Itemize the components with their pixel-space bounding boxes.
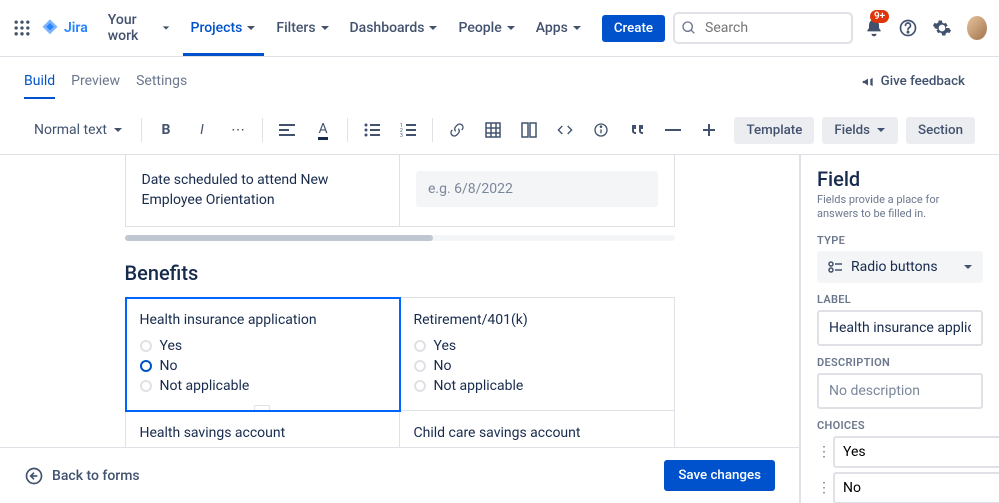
text-color-button[interactable]: A <box>307 114 339 146</box>
nav-apps[interactable]: Apps <box>528 16 590 40</box>
date-field-row: Date scheduled to attend New Employee Or… <box>125 155 675 227</box>
info-button[interactable] <box>585 114 617 146</box>
nav-dashboards[interactable]: Dashboards <box>342 16 447 40</box>
link-button[interactable] <box>441 114 473 146</box>
radio-option[interactable]: Not applicable <box>140 376 385 396</box>
more-formatting-button[interactable]: ⋯ <box>222 114 254 146</box>
label-input[interactable] <box>817 310 983 346</box>
description-input[interactable]: No description <box>817 373 983 409</box>
fields-button[interactable]: Fields <box>822 117 898 144</box>
divider-button[interactable] <box>657 114 689 146</box>
type-select[interactable]: Radio buttons <box>817 251 983 283</box>
choice-input[interactable] <box>833 472 999 503</box>
benefits-heading: Benefits <box>125 261 675 285</box>
tab-build[interactable]: Build <box>24 65 55 99</box>
text-style-dropdown[interactable]: Normal text <box>24 116 133 144</box>
date-description: Date scheduled to attend New Employee Or… <box>126 155 401 226</box>
create-button[interactable]: Create <box>602 15 665 42</box>
chevron-down-icon <box>876 125 886 135</box>
layout-button[interactable] <box>513 114 545 146</box>
choice-row: ⋮⋮ ✕ <box>817 436 983 468</box>
help-icon[interactable] <box>895 12 921 44</box>
align-button[interactable] <box>271 114 303 146</box>
back-to-forms-link[interactable]: Back to forms <box>24 466 140 486</box>
date-input-placeholder[interactable]: e.g. 6/8/2022 <box>416 171 658 207</box>
numbered-list-button[interactable]: 123 <box>392 114 424 146</box>
field-health-insurance[interactable]: Health insurance application Yes No Not … <box>126 298 400 411</box>
product-name: Jira <box>64 20 88 36</box>
tab-preview[interactable]: Preview <box>71 65 120 98</box>
notifications-icon[interactable]: 9+ <box>861 12 887 44</box>
insert-button[interactable] <box>693 114 725 146</box>
search-input[interactable] <box>673 12 853 44</box>
code-button[interactable] <box>549 114 581 146</box>
notif-badge: 9+ <box>870 10 889 23</box>
radio-icon <box>827 259 843 275</box>
properties-panel: Field Fields provide a place for answers… <box>799 155 999 503</box>
radio-option[interactable]: Not applicable <box>414 376 660 396</box>
choice-input[interactable] <box>833 436 999 468</box>
avatar[interactable] <box>967 16 987 40</box>
tab-settings[interactable]: Settings <box>136 65 187 98</box>
bold-button[interactable]: B <box>150 114 182 146</box>
give-feedback-button[interactable]: Give feedback <box>851 68 975 95</box>
panel-subtitle: Fields provide a place for answers to be… <box>817 193 983 222</box>
svg-text:3: 3 <box>400 133 403 138</box>
megaphone-icon <box>861 75 875 89</box>
choice-row: ⋮⋮ ✕ <box>817 472 983 503</box>
drag-handle-icon[interactable]: ⋮⋮ <box>817 480 827 496</box>
arrow-left-circle-icon <box>24 466 44 486</box>
table-button[interactable] <box>477 114 509 146</box>
panel-title: Field <box>817 167 983 191</box>
template-button[interactable]: Template <box>734 117 814 144</box>
horizontal-scrollbar[interactable] <box>125 235 675 241</box>
app-switcher-icon[interactable] <box>12 16 32 40</box>
radio-option[interactable]: No <box>414 356 660 376</box>
nav-projects[interactable]: Projects <box>183 16 265 40</box>
drag-handle-icon[interactable]: ⋮⋮ <box>817 444 827 460</box>
radio-option[interactable]: Yes <box>414 336 660 356</box>
nav-filters[interactable]: Filters <box>268 16 337 40</box>
bullet-list-button[interactable] <box>356 114 388 146</box>
nav-your-work[interactable]: Your work <box>100 8 179 48</box>
radio-option[interactable]: Yes <box>140 336 385 356</box>
search-box[interactable] <box>673 12 853 44</box>
nav-people[interactable]: People <box>450 16 523 40</box>
chevron-down-icon <box>963 262 973 272</box>
settings-icon[interactable] <box>929 12 955 44</box>
quote-button[interactable] <box>621 114 653 146</box>
italic-button[interactable]: I <box>186 114 218 146</box>
save-changes-button[interactable]: Save changes <box>664 460 775 491</box>
field-retirement[interactable]: Retirement/401(k) Yes No Not applicable <box>400 298 674 411</box>
jira-logo[interactable]: Jira <box>40 18 88 38</box>
search-icon <box>681 20 697 36</box>
section-button[interactable]: Section <box>906 117 975 144</box>
radio-option[interactable]: No <box>140 356 385 376</box>
chevron-down-icon <box>113 125 123 135</box>
